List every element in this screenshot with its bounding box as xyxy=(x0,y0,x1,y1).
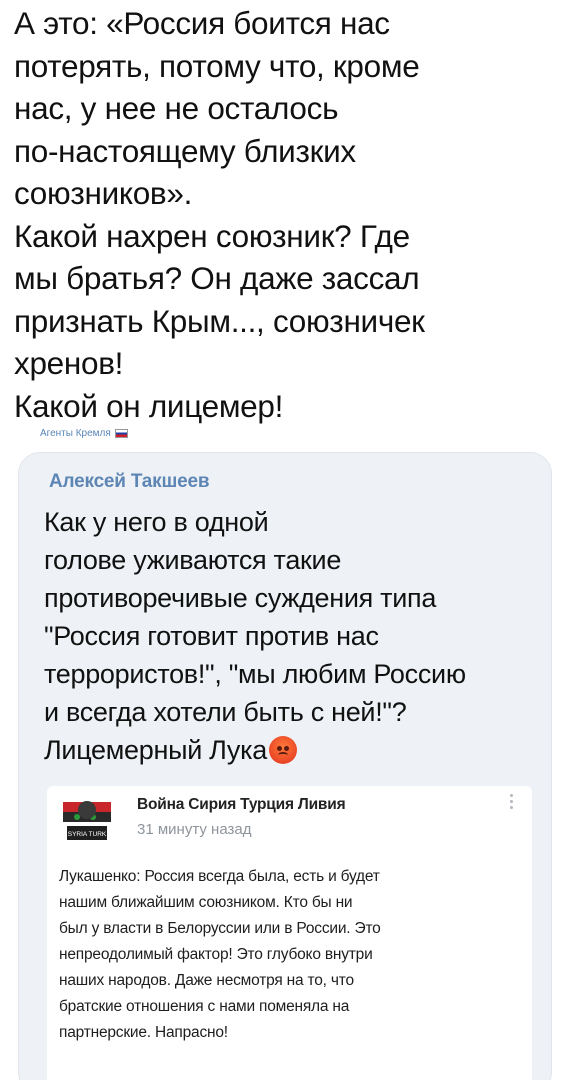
post-line: Какой он лицемер! xyxy=(14,387,284,424)
post-time: 31 минуту назад xyxy=(137,821,252,838)
reply-line: террористов!", "мы любим Россию xyxy=(44,659,466,689)
group-name[interactable]: Война Сирия Турция Ливия xyxy=(137,796,346,814)
source-label: Агенты Кремля xyxy=(40,428,111,439)
post-line: нас, у нее не осталось xyxy=(14,90,339,126)
avatar-label: SYRIA TURK xyxy=(68,831,107,838)
reply-card: Алексей Такшеев Как у него в одной голов… xyxy=(18,452,552,1080)
avatar-figure xyxy=(78,801,96,819)
screenshot-page: А это: «Россия боится нас потерять, пото… xyxy=(0,0,565,1080)
post-text: А это: «Россия боится нас потерять, пото… xyxy=(14,2,554,427)
group-avatar[interactable]: SYRIA TURK xyxy=(59,796,115,846)
reply-line: Как у него в одной xyxy=(44,507,269,537)
reply-last-line: Лицемерный Лука xyxy=(44,731,544,769)
quoted-line: Лукашенко: Россия всегда была, есть и бу… xyxy=(59,868,380,885)
post-line: признать Крым..., союзничек xyxy=(14,302,425,339)
russian-flag-icon xyxy=(114,429,128,438)
quoted-post[interactable]: SYRIA TURK Война Сирия Турция Ливия 31 м… xyxy=(47,786,532,1080)
quoted-line: был у власти в Белоруссии или в России. … xyxy=(59,920,381,937)
reply-author-name[interactable]: Алексей Такшеев xyxy=(49,471,210,493)
quoted-line: нашим ближайшим союзником. Кто бы ни xyxy=(59,894,353,911)
post-line: по-настоящему близких xyxy=(14,132,356,169)
post-line: потерять, потому что, кроме xyxy=(14,47,420,84)
reply-line: Лицемерный Лука xyxy=(44,735,267,765)
quoted-line: партнерские. Напрасно! xyxy=(59,1024,228,1041)
reply-line: и всегда хотели быть с ней!"? xyxy=(44,697,407,727)
reply-line: "Россия готовит против нас xyxy=(44,621,379,651)
post-line: А это: «Россия боится нас xyxy=(14,5,390,41)
flag-star xyxy=(74,814,80,820)
reply-line: противоречивые суждения типа xyxy=(44,583,437,613)
reply-text: Как у него в одной голове уживаются таки… xyxy=(44,503,544,769)
post-line: мы братья? Он даже зассал xyxy=(14,260,420,296)
post-line: союзников». xyxy=(14,175,193,211)
more-options-icon[interactable] xyxy=(510,794,514,809)
quoted-line: непреодолимый фактор! Это глубоко внутри xyxy=(59,946,373,963)
quoted-text: Лукашенко: Россия всегда была, есть и бу… xyxy=(59,864,529,1046)
post-line: Какой нахрен союзник? Где xyxy=(14,217,410,254)
quoted-line: братские отношения с нами поменяла на xyxy=(59,998,350,1015)
source-link[interactable]: Агенты Кремля xyxy=(40,428,128,439)
reply-line: голове уживаются такие xyxy=(44,545,342,575)
angry-face-icon xyxy=(268,736,297,764)
quoted-line: наших народов. Даже несмотря на то, что xyxy=(59,972,354,989)
post-line: хренов! xyxy=(14,345,124,381)
